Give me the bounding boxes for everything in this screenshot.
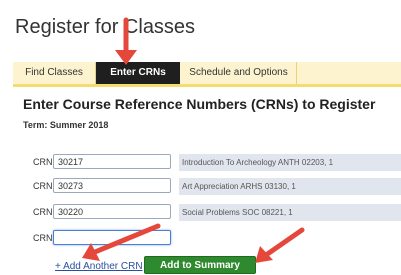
arrow-icon [82, 223, 161, 261]
annotation-arrows [82, 17, 305, 263]
arrow-icon [255, 227, 305, 263]
arrow-icon [115, 17, 137, 65]
